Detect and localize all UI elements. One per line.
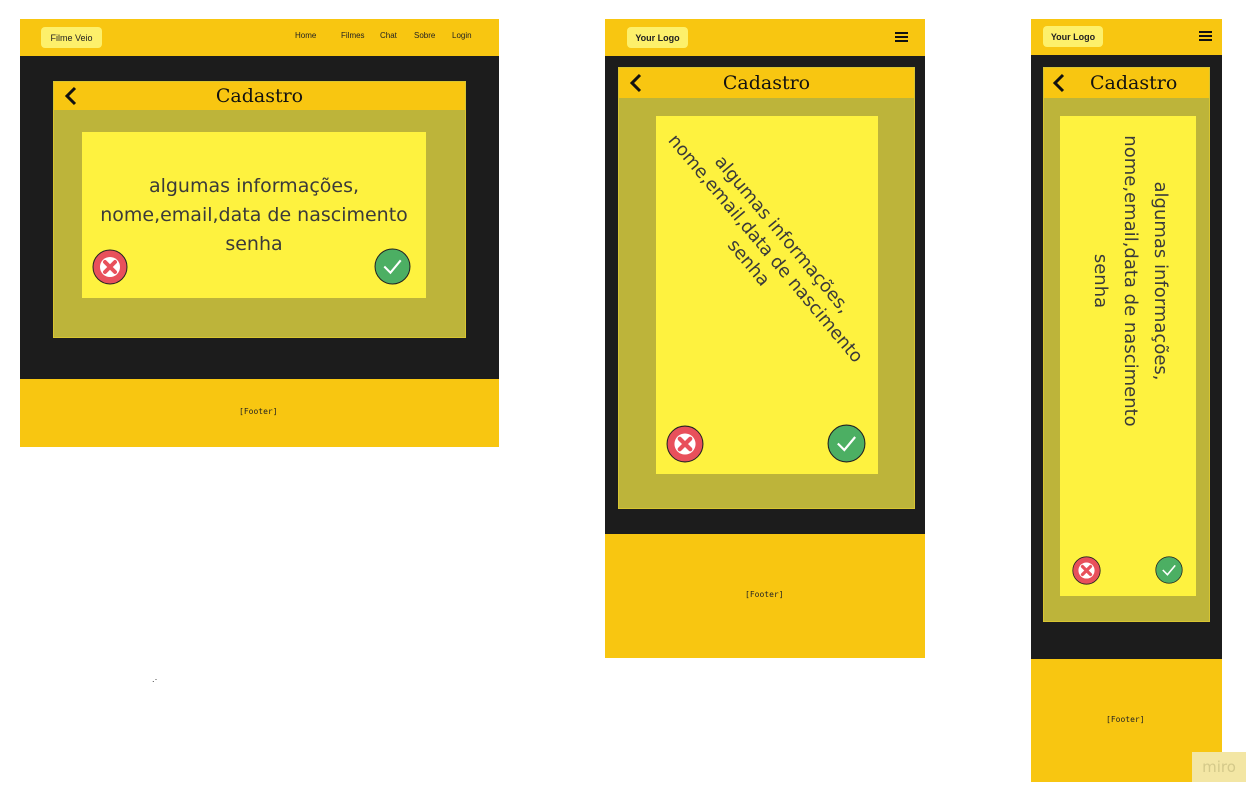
info-line-3: senha bbox=[225, 233, 283, 255]
nav-filmes[interactable]: Filmes bbox=[341, 31, 365, 40]
page-title: Cadastro bbox=[722, 72, 811, 94]
desktop-register-panel: Cadastro algumas informações, nome,email… bbox=[53, 81, 466, 338]
tablet-register-header: Cadastro bbox=[619, 68, 914, 98]
footer-text: [Footer] bbox=[239, 407, 278, 416]
cancel-button[interactable] bbox=[1072, 556, 1101, 585]
desktop-footer: [Footer] bbox=[20, 379, 499, 447]
nav-home[interactable]: Home bbox=[295, 31, 316, 40]
confirm-button[interactable] bbox=[827, 424, 866, 463]
stray-mark: .· bbox=[152, 674, 158, 684]
page-title: Cadastro bbox=[1090, 72, 1178, 94]
mobile-logo[interactable]: Your Logo bbox=[1043, 26, 1103, 47]
desktop-register-header: Cadastro bbox=[54, 82, 465, 110]
tablet-frame: Your Logo Cadastro algumas informações, … bbox=[605, 19, 925, 534]
mobile-info-card: algumas informações, nome,email,data de … bbox=[1060, 116, 1196, 596]
info-line-2: nome,email,data de nascimento bbox=[100, 204, 408, 226]
tablet-logo[interactable]: Your Logo bbox=[627, 27, 688, 48]
mobile-navbar: Your Logo bbox=[1031, 19, 1222, 55]
desktop-info-card: algumas informações, nome,email,data de … bbox=[82, 132, 426, 298]
tablet-navbar: Your Logo bbox=[605, 19, 925, 56]
desktop-frame: Filme Veio Home Filmes Chat Sobre Login … bbox=[20, 19, 499, 379]
confirm-button[interactable] bbox=[374, 248, 411, 285]
desktop-logo[interactable]: Filme Veio bbox=[41, 27, 102, 48]
mobile-register-header: Cadastro bbox=[1044, 68, 1209, 98]
tablet-info-card: algumas informações, nome,email,data de … bbox=[656, 116, 878, 474]
cancel-button[interactable] bbox=[92, 249, 128, 285]
info-line-2: nome,email,data de nascimento bbox=[663, 130, 868, 368]
back-chevron-icon[interactable] bbox=[1052, 73, 1066, 93]
info-line-1: algumas informações, bbox=[710, 151, 855, 318]
hamburger-icon[interactable] bbox=[895, 32, 908, 44]
info-line-3: senha bbox=[1090, 253, 1111, 309]
nav-chat[interactable]: Chat bbox=[380, 31, 397, 40]
footer-text: [Footer] bbox=[1106, 715, 1145, 724]
footer-text: [Footer] bbox=[745, 590, 784, 599]
cancel-button[interactable] bbox=[666, 425, 704, 463]
tablet-footer: [Footer] bbox=[605, 534, 925, 658]
hamburger-icon[interactable] bbox=[1199, 31, 1212, 43]
info-text: algumas informações, nome,email,data de … bbox=[656, 116, 878, 393]
mobile-register-panel: Cadastro algumas informações, nome,email… bbox=[1043, 67, 1210, 622]
page-title: Cadastro bbox=[215, 85, 304, 107]
info-line-1: algumas informações, bbox=[1150, 181, 1171, 381]
info-line-2: nome,email,data de nascimento bbox=[1120, 135, 1141, 427]
info-text: algumas informações, nome,email,data de … bbox=[1085, 121, 1175, 441]
desktop-navbar: Filme Veio Home Filmes Chat Sobre Login bbox=[20, 19, 499, 56]
tablet-register-panel: Cadastro algumas informações, nome,email… bbox=[618, 67, 915, 509]
miro-watermark: miro bbox=[1192, 752, 1246, 782]
info-line-1: algumas informações, bbox=[148, 175, 360, 197]
mobile-frame: Your Logo Cadastro algumas informações, … bbox=[1031, 19, 1222, 659]
info-text: algumas informações, nome,email,data de … bbox=[82, 172, 426, 259]
nav-sobre[interactable]: Sobre bbox=[414, 31, 435, 40]
nav-login[interactable]: Login bbox=[452, 31, 472, 40]
confirm-button[interactable] bbox=[1155, 556, 1183, 584]
